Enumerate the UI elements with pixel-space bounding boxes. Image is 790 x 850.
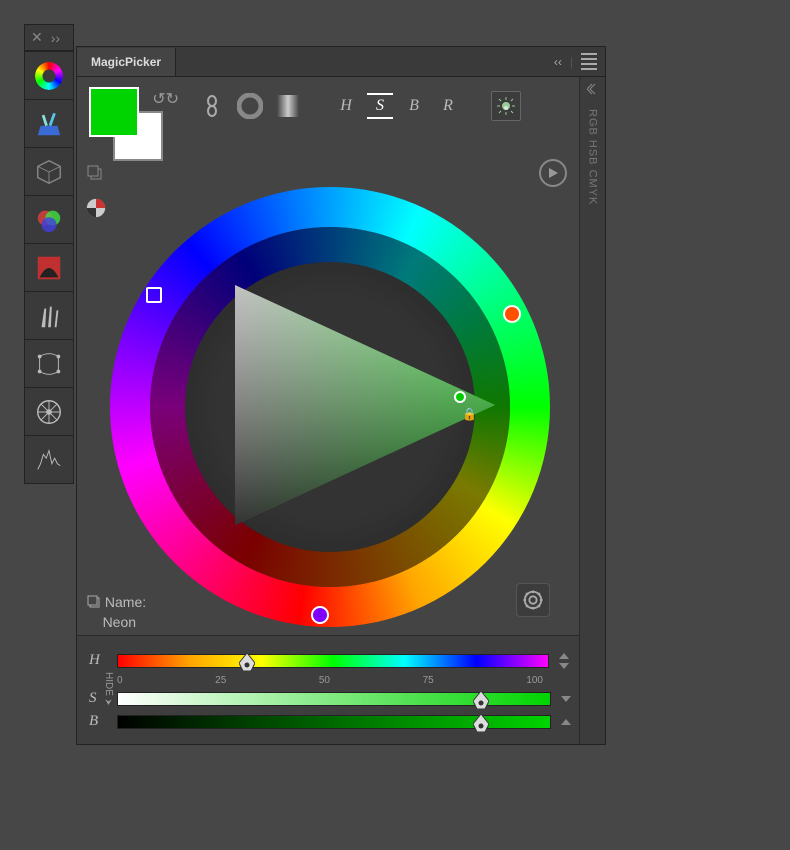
dock-header: ✕ ››: [25, 25, 73, 51]
brushes-icon: [34, 301, 64, 331]
collapse-icon[interactable]: ‹‹: [554, 55, 562, 69]
spinner-down-icon[interactable]: [561, 696, 571, 702]
mode-s[interactable]: S: [367, 93, 393, 119]
slider-h-thumb[interactable]: [239, 653, 255, 671]
settings-button[interactable]: [516, 583, 550, 617]
swap-icon[interactable]: ↺↻: [152, 89, 179, 109]
panel-tab[interactable]: MagicPicker: [77, 48, 176, 76]
mode-b[interactable]: B: [401, 93, 427, 119]
scheme-handle-purple[interactable]: [311, 606, 329, 624]
brightness-icon: [496, 96, 516, 116]
brightness-button[interactable]: [491, 91, 521, 121]
color-wheel[interactable]: 🔒: [110, 187, 550, 627]
magicpicker-panel: MagicPicker ‹‹ | ↺↻: [76, 46, 606, 745]
dock-item-histogram[interactable]: [25, 435, 73, 483]
spinner-up-icon[interactable]: [561, 719, 571, 725]
cube-icon: [34, 157, 64, 187]
gradient-button[interactable]: [273, 91, 303, 121]
dock-item-curve[interactable]: [25, 339, 73, 387]
link-icon: [203, 95, 221, 117]
toolbar: ↺↻: [89, 87, 571, 157]
menu-icon[interactable]: [581, 50, 597, 73]
hide-label[interactable]: HIDE: [103, 672, 114, 708]
slider-s-thumb[interactable]: [473, 691, 489, 709]
slider-scale: 0 25 50 75 100: [117, 675, 543, 686]
lock-icon: 🔒: [462, 407, 477, 421]
mode-h[interactable]: H: [333, 93, 359, 119]
slider-b-label: B: [89, 713, 107, 730]
chevron-right-icon[interactable]: ››: [51, 30, 60, 46]
panel-titlebar: MagicPicker ‹‹ |: [77, 47, 605, 77]
dock-item-wheel[interactable]: [25, 387, 73, 435]
swatch-pair[interactable]: ↺↻: [89, 87, 159, 157]
slider-s-row: S: [89, 690, 571, 707]
side-strip: RGB HSB CMYK: [579, 77, 605, 744]
play-button[interactable]: [539, 159, 567, 187]
fg-swatch[interactable]: [89, 87, 139, 137]
dock-item-brushes[interactable]: [25, 291, 73, 339]
dock-item-cube[interactable]: [25, 147, 73, 195]
ring-icon: [35, 62, 63, 90]
dock-item-red[interactable]: [25, 243, 73, 291]
slider-h-track[interactable]: [117, 654, 549, 668]
slider-h-row: H: [89, 652, 571, 669]
dock-item-colorring[interactable]: [25, 51, 73, 99]
sliders-panel: H 0 25 50 75 100: [77, 635, 579, 744]
magic-icon: [34, 109, 64, 139]
slider-s-track[interactable]: [117, 692, 551, 706]
chevron-left-icon[interactable]: [587, 83, 599, 95]
wheel-icon: [34, 397, 64, 427]
name-value-1: Neon: [103, 614, 136, 630]
name-label: Name:: [105, 594, 146, 610]
channels-icon: [34, 205, 64, 235]
mode-r[interactable]: R: [435, 93, 461, 119]
dock-item-channels[interactable]: [25, 195, 73, 243]
red-swatch-icon: [34, 253, 64, 283]
dock-item-magic[interactable]: [25, 99, 73, 147]
spinner-up-icon[interactable]: [559, 653, 569, 659]
link-button[interactable]: [197, 91, 227, 121]
slider-b-track[interactable]: [117, 715, 551, 729]
colorspace-label[interactable]: RGB HSB CMYK: [587, 109, 599, 205]
color-triangle[interactable]: [225, 275, 505, 535]
triangle-handle[interactable]: [454, 391, 466, 403]
slider-b-row: B: [89, 713, 571, 730]
spinner-down-icon[interactable]: [559, 663, 569, 669]
close-icon[interactable]: ✕: [31, 29, 43, 46]
default-swatch-icon[interactable]: [87, 165, 103, 184]
curve-icon: [34, 349, 64, 379]
play-icon: [547, 167, 559, 179]
scheme-icon[interactable]: [85, 197, 107, 219]
hue-handle-green[interactable]: [146, 287, 162, 303]
histogram-icon: [34, 445, 64, 475]
slider-h-label: H: [89, 652, 107, 669]
ring-mode-button[interactable]: [235, 91, 265, 121]
copy-icon[interactable]: [87, 594, 101, 610]
ring-mode-icon: [237, 93, 263, 119]
gear-icon: [522, 589, 544, 611]
tool-dock: ✕ ››: [24, 24, 74, 484]
gradient-icon: [276, 94, 300, 118]
slider-b-thumb[interactable]: [473, 714, 489, 732]
scheme-handle-orange[interactable]: [503, 305, 521, 323]
